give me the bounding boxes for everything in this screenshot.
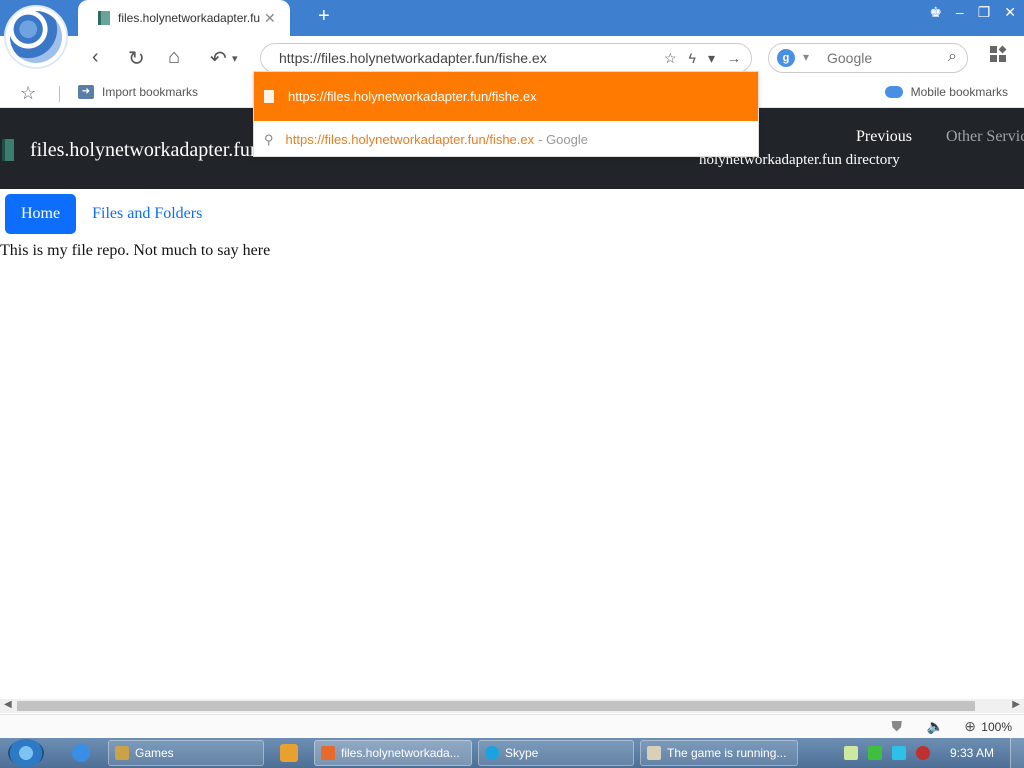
- zoom-icon[interactable]: ⊕: [964, 718, 976, 735]
- nav-other-services-link[interactable]: Other Services: [946, 128, 1024, 146]
- taskbar-item-skype[interactable]: Skype: [478, 740, 634, 766]
- search-suggestion-icon: ⚲: [264, 131, 274, 147]
- horizontal-scrollbar[interactable]: ◀ ▶: [0, 699, 1024, 713]
- undo-dropdown-icon[interactable]: ▾: [232, 52, 238, 65]
- system-tray: [834, 738, 1024, 768]
- tab-title: files.holynetworkadapter.fun: [118, 11, 260, 25]
- search-suggestion-url: https://files.holynetworkadapter.fun/fis…: [285, 132, 535, 147]
- cloud-icon: [884, 86, 903, 98]
- mobile-bookmarks-label: Mobile bookmarks: [910, 85, 1008, 99]
- autocomplete-search-suggestion[interactable]: ⚲ https://files.holynetworkadapter.fun/f…: [254, 121, 758, 158]
- browser-icon: [321, 746, 335, 760]
- tab-files-and-folders[interactable]: Files and Folders: [92, 205, 202, 223]
- skype-icon: [485, 746, 499, 760]
- browser-status-bar: ⛊ 🔈 ⊕ 100%: [0, 714, 1024, 738]
- search-engine-icon[interactable]: g: [777, 49, 795, 67]
- suggestion-url: https://files.holynetworkadapter.fun/fis…: [288, 89, 537, 104]
- taskbar-item-browser[interactable]: files.holynetworkada...: [314, 740, 472, 766]
- reload-icon[interactable]: ↻: [128, 46, 145, 71]
- restore-icon[interactable]: ❐: [978, 4, 991, 21]
- browser-title-bar: files.holynetworkadapter.fun ✕ + ♚ – ❐ ✕: [0, 0, 1024, 36]
- scrollbar-thumb[interactable]: [17, 701, 975, 711]
- import-bookmarks-button[interactable]: ➜ Import bookmarks: [78, 85, 198, 99]
- undo-close-icon[interactable]: ↶: [210, 46, 227, 71]
- site-nav-tabs: Home Files and Folders: [5, 194, 202, 234]
- shield-icon[interactable]: ⛊: [892, 718, 903, 735]
- page-icon: [264, 90, 274, 103]
- show-desktop-button[interactable]: [1010, 738, 1024, 768]
- taskbar-item-label: Games: [135, 746, 174, 760]
- bookmarks-star-icon[interactable]: ☆: [20, 83, 36, 104]
- games-icon: [115, 746, 129, 760]
- go-arrow-icon[interactable]: →: [727, 50, 741, 67]
- search-suggestion-source: - Google: [538, 132, 588, 147]
- search-engine-dropdown-icon[interactable]: ▾: [803, 50, 809, 64]
- address-bar[interactable]: ☆ ϟ ▾ →: [260, 43, 752, 73]
- address-autocomplete-dropdown: https://files.holynetworkadapter.fun/fis…: [253, 71, 759, 157]
- autocomplete-url-suggestion[interactable]: https://files.holynetworkadapter.fun/fis…: [254, 72, 758, 121]
- skin-icon[interactable]: ♚: [929, 4, 942, 21]
- search-icon[interactable]: ⌕: [948, 48, 957, 66]
- taskbar-item-games[interactable]: Games: [108, 740, 264, 766]
- back-icon[interactable]: ‹: [92, 46, 99, 69]
- minimize-icon[interactable]: –: [956, 4, 964, 21]
- setup-icon: [647, 746, 661, 760]
- tab-close-icon[interactable]: ✕: [264, 10, 276, 27]
- address-input[interactable]: [279, 50, 639, 66]
- volume-icon[interactable]: 🔈: [927, 718, 944, 735]
- internet-explorer-icon[interactable]: [72, 744, 90, 762]
- browser-tab[interactable]: files.holynetworkadapter.fun ✕: [78, 0, 290, 36]
- import-bookmarks-label: Import bookmarks: [102, 85, 199, 99]
- bookmark-star-icon[interactable]: ☆: [664, 50, 677, 67]
- scroll-right-icon[interactable]: ▶: [1012, 699, 1020, 710]
- lightning-icon[interactable]: ϟ: [689, 50, 696, 67]
- apps-grid-icon[interactable]: [990, 45, 1007, 62]
- tab-favicon-icon: [98, 11, 110, 25]
- start-button[interactable]: [8, 739, 44, 767]
- site-brand[interactable]: files.holynetworkadapter.fun: [30, 139, 260, 162]
- mobile-bookmarks-button[interactable]: Mobile bookmarks: [884, 85, 1008, 99]
- browser-logo[interactable]: [4, 5, 68, 69]
- taskbar-item-label: The game is running...: [667, 746, 787, 760]
- close-window-icon[interactable]: ✕: [1004, 4, 1016, 21]
- taskbar-clock[interactable]: 9:33 AM: [950, 746, 994, 760]
- taskbar-item-game-running[interactable]: The game is running...: [640, 740, 798, 766]
- import-icon: ➜: [78, 85, 94, 99]
- home-icon[interactable]: ⌂: [168, 46, 180, 69]
- tray-app-icon[interactable]: [844, 746, 858, 760]
- tray-display-icon[interactable]: [892, 746, 906, 760]
- windows-taskbar: Games files.holynetworkada... Skype The …: [0, 738, 1024, 768]
- zoom-level[interactable]: 100%: [981, 720, 1012, 734]
- new-tab-button[interactable]: +: [318, 5, 330, 28]
- page-body-text: This is my file repo. Not much to say he…: [0, 242, 271, 259]
- search-box[interactable]: g ▾ ⌕: [768, 43, 968, 73]
- taskbar-item-label: Skype: [505, 746, 539, 760]
- taskbar-item-label: files.holynetworkada...: [341, 746, 460, 760]
- scroll-left-icon[interactable]: ◀: [4, 699, 12, 710]
- tab-home[interactable]: Home: [5, 194, 77, 234]
- bookmarks-divider: [59, 86, 60, 102]
- site-logo-icon: [2, 139, 14, 161]
- media-player-icon[interactable]: [280, 744, 298, 762]
- tray-record-icon[interactable]: [916, 746, 930, 760]
- address-dropdown-icon[interactable]: ▾: [708, 50, 715, 67]
- search-input[interactable]: [827, 50, 937, 66]
- nav-previous-link[interactable]: Previous: [856, 128, 912, 146]
- window-controls: ♚ – ❐ ✕: [929, 4, 1016, 21]
- tray-network-icon[interactable]: [868, 746, 882, 760]
